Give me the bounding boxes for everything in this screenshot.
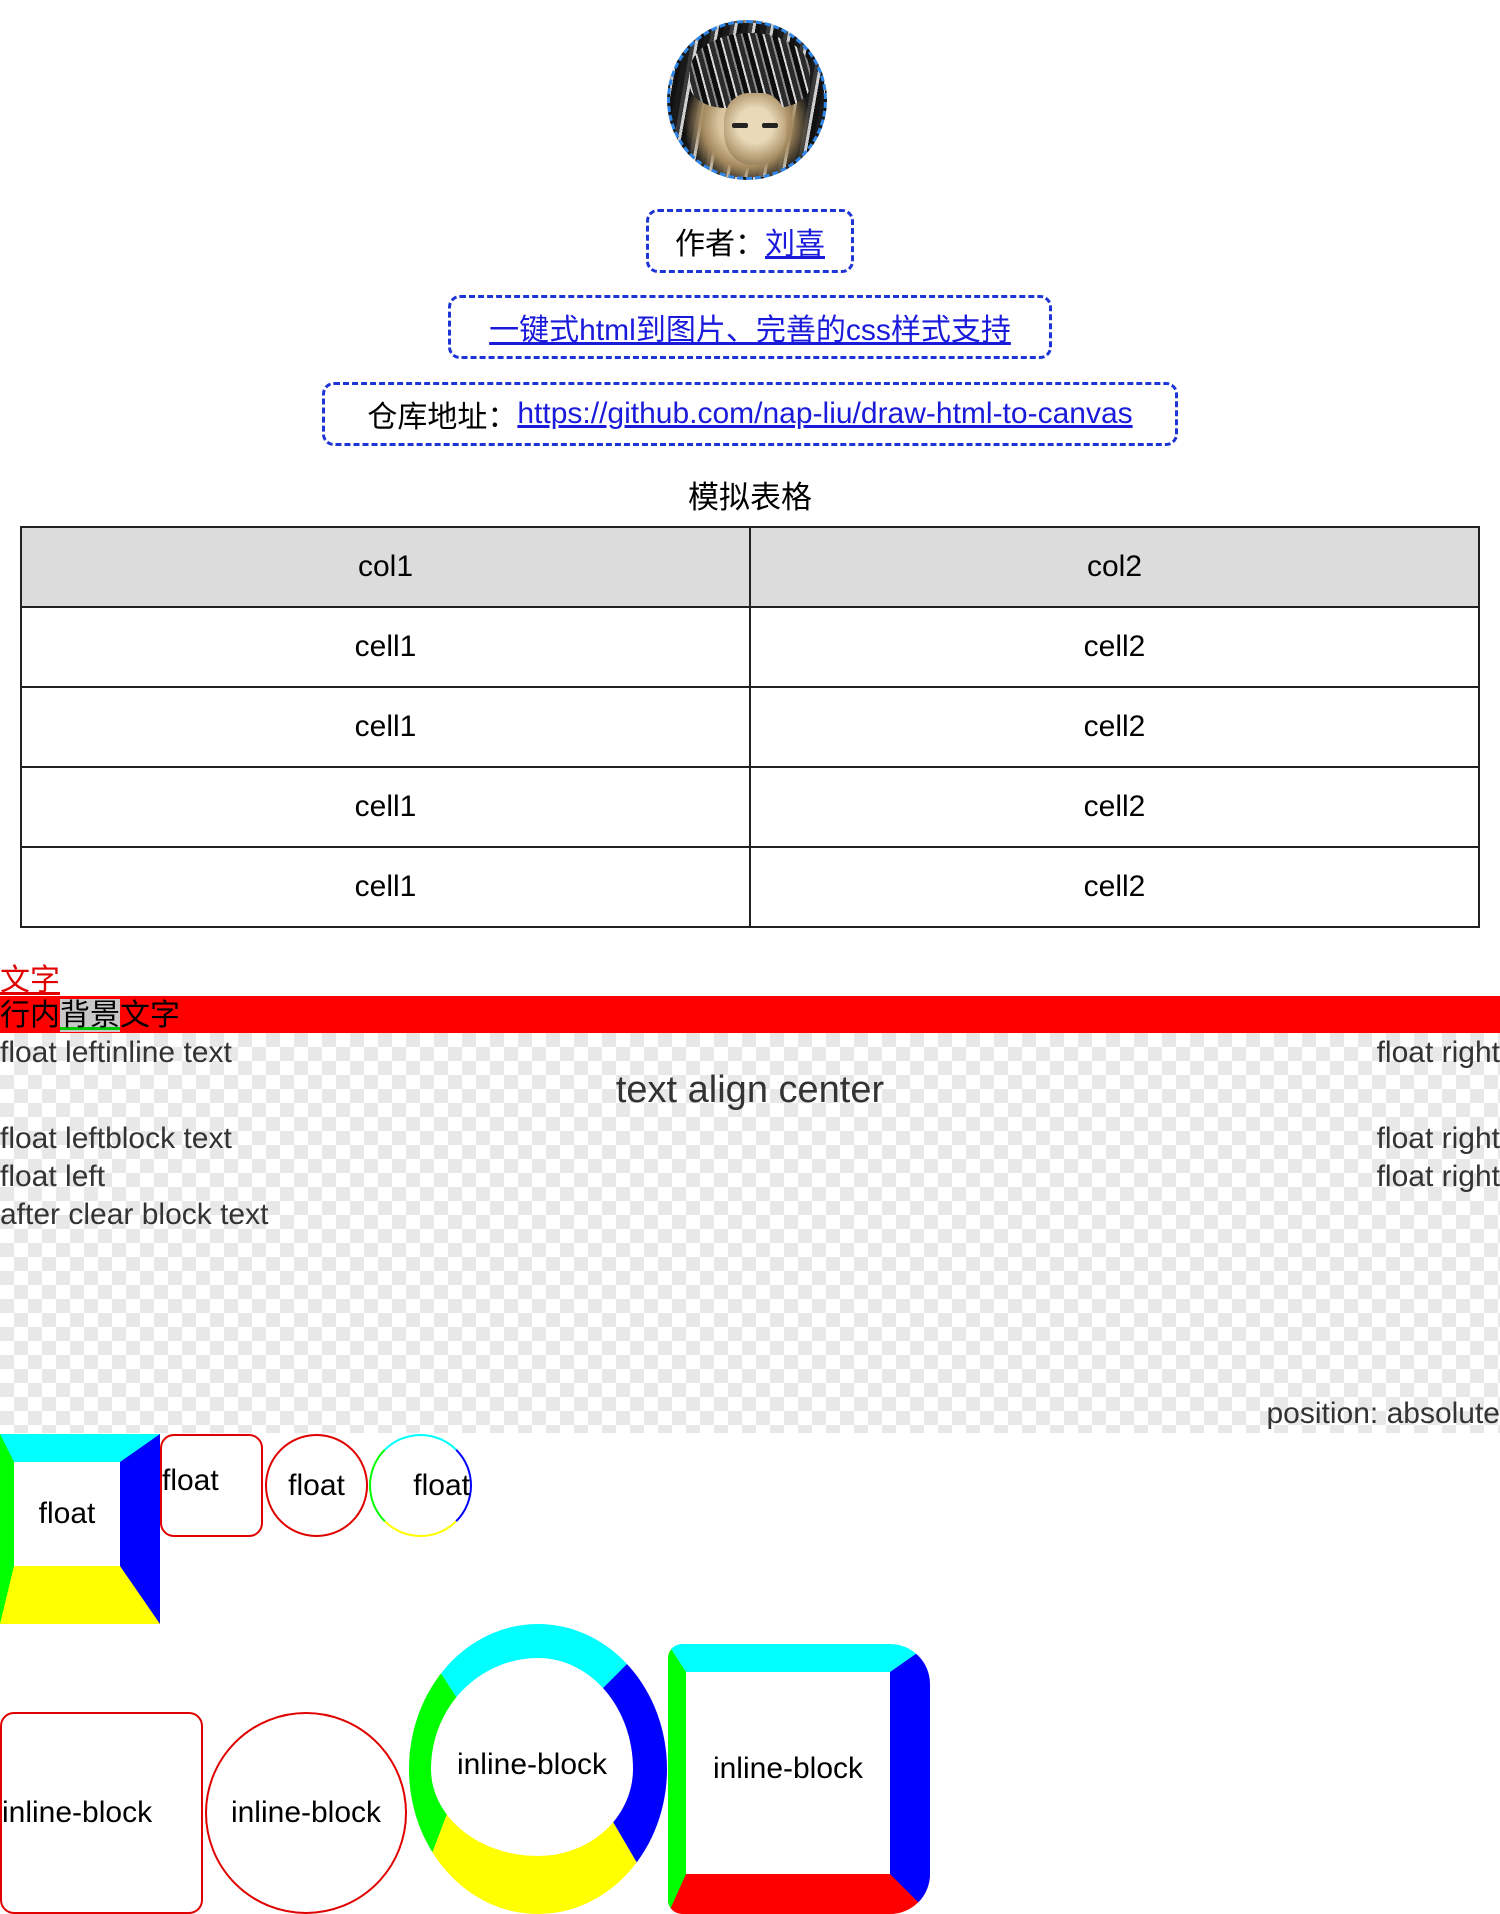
repo-link[interactable]: https://github.com/nap-liu/draw-html-to-… xyxy=(517,397,1132,431)
red-underlined-text: 文字 xyxy=(0,964,60,997)
inline-block-label: inline-block xyxy=(712,1752,864,1785)
float-left-text: float left xyxy=(0,1036,106,1069)
avatar-eye xyxy=(732,123,748,128)
float-box-circle: float xyxy=(265,1434,368,1537)
table-cell: cell1 xyxy=(20,606,751,688)
column-header: col2 xyxy=(749,526,1480,608)
tagline-link[interactable]: 一键式html到图片、完善的css样式支持 xyxy=(489,305,1011,349)
author-label: 作者： xyxy=(675,228,765,261)
table-row: cell1 cell2 xyxy=(20,686,1480,768)
inline-block-label: inline-block xyxy=(456,1748,608,1781)
repo-label: 仓库地址： xyxy=(367,401,518,434)
inline-suffix: 文字 xyxy=(120,999,180,1032)
inline-prefix: 行内 xyxy=(0,999,60,1032)
mock-table: col1 col2 cell1 cell2 cell1 cell2 cell1 … xyxy=(20,526,1480,928)
position-absolute-text: position: absolute xyxy=(1266,1397,1500,1430)
float-label: float xyxy=(162,1464,219,1497)
float-row-1-left: float leftinline text xyxy=(0,1036,232,1070)
author-box: 作者： 刘喜 xyxy=(646,209,854,273)
float-right-text: float right xyxy=(1376,1036,1500,1069)
float-label: float xyxy=(38,1497,96,1530)
float-box-rounded: float xyxy=(160,1434,263,1537)
float-label: float xyxy=(413,1468,470,1502)
table-cell: cell2 xyxy=(749,766,1480,848)
table-cell: cell1 xyxy=(20,686,751,768)
float-box-colored-circle: float xyxy=(369,1434,472,1537)
inline-background-text: 行内背景文字 xyxy=(0,998,180,1034)
author-link[interactable]: 刘喜 xyxy=(765,219,825,263)
author-avatar xyxy=(667,20,827,180)
float-left-text: float left xyxy=(0,1160,106,1193)
table-row: cell1 cell2 xyxy=(20,846,1480,928)
inline-block-rounded: inline-block xyxy=(0,1712,203,1914)
float-row-2-left: float leftblock text xyxy=(0,1122,232,1156)
float-box-colored-borders: float xyxy=(0,1434,160,1624)
inline-block-label: inline-block xyxy=(2,1796,153,1829)
table-cell: cell2 xyxy=(749,606,1480,688)
column-header: col1 xyxy=(20,526,751,608)
table-cell: cell2 xyxy=(749,686,1480,768)
float-right-text: float right xyxy=(1376,1122,1500,1155)
table-row: cell1 cell2 xyxy=(20,766,1480,848)
float-left-text: float left xyxy=(0,1122,106,1155)
repo-box: 仓库地址： https://github.com/nap-liu/draw-ht… xyxy=(322,382,1178,446)
float-right-text: float right xyxy=(1376,1160,1500,1193)
table-row: cell1 cell2 xyxy=(20,606,1480,688)
avatar-eye xyxy=(762,123,778,128)
inline-block-circle: inline-block xyxy=(205,1712,407,1914)
red-background-bar xyxy=(0,996,1500,1033)
text-align-center: text align center xyxy=(615,1069,885,1111)
table-cell: cell1 xyxy=(20,766,751,848)
inline-block-colored-square: inline-block xyxy=(668,1644,930,1914)
inline-text: inline text xyxy=(105,1036,232,1069)
block-text: block text xyxy=(105,1122,232,1155)
table-header-row: col1 col2 xyxy=(20,526,1480,608)
inline-block-label: inline-block xyxy=(230,1796,382,1829)
float-label: float xyxy=(288,1468,345,1502)
table-caption: 模拟表格 xyxy=(688,480,812,515)
avatar-face xyxy=(724,93,786,165)
table-cell: cell1 xyxy=(20,846,751,928)
table-cell: cell2 xyxy=(749,846,1480,928)
inline-highlight: 背景 xyxy=(60,999,120,1032)
tagline-box: 一键式html到图片、完善的css样式支持 xyxy=(448,295,1052,359)
inline-block-colored-ring: inline-block xyxy=(409,1624,667,1914)
after-clear-text: after clear block text xyxy=(0,1198,269,1231)
